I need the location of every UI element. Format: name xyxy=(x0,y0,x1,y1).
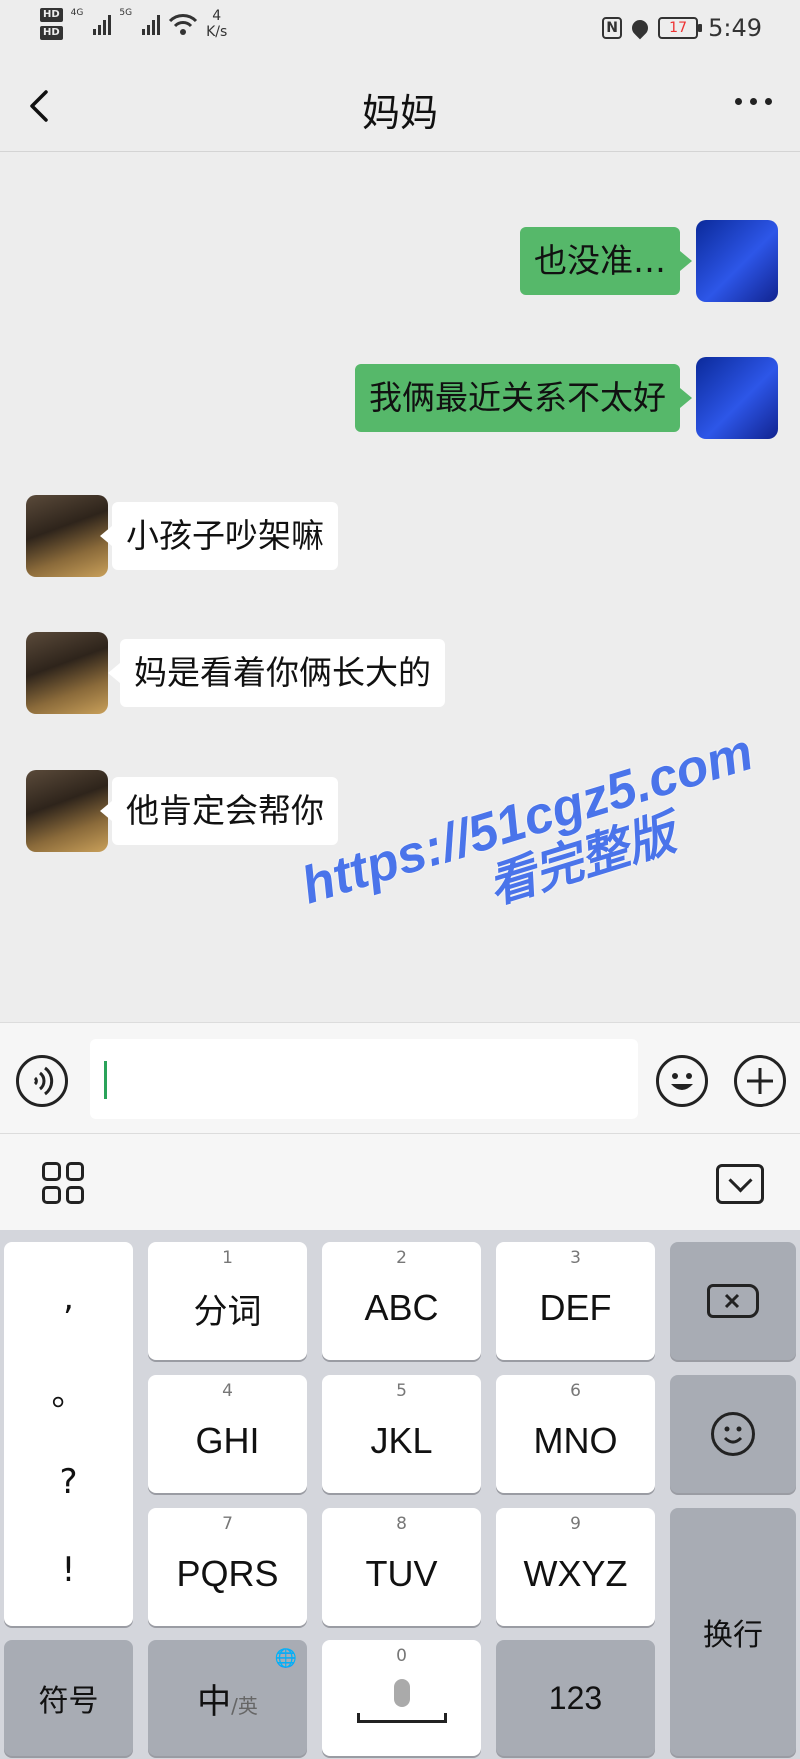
my-avatar[interactable] xyxy=(696,357,778,439)
symbols-key[interactable]: 符号 xyxy=(4,1640,133,1756)
status-bar: HD HD 4G 5G 4 K/s N 17 5:49 xyxy=(0,0,800,60)
speed-value: 4 xyxy=(212,8,222,24)
globe-icon: 🌐 xyxy=(274,1648,297,1669)
backspace-key[interactable] xyxy=(670,1242,796,1360)
numbers-key[interactable]: 123 xyxy=(496,1640,655,1756)
location-icon xyxy=(628,16,652,40)
key-number: 5 xyxy=(396,1381,407,1401)
language-switch-key[interactable]: 🌐 中/英 xyxy=(148,1640,307,1756)
key-2[interactable]: 2 ABC xyxy=(322,1242,481,1360)
wifi-icon xyxy=(168,14,198,35)
status-left: HD HD 4G 5G 4 K/s xyxy=(40,8,227,40)
emoji-icon[interactable] xyxy=(656,1055,708,1107)
speed-unit: K/s xyxy=(206,24,228,40)
key-number: 0 xyxy=(396,1646,407,1666)
key-label: PQRS xyxy=(176,1553,279,1594)
signal-icon-2 xyxy=(142,13,161,35)
emoji-key[interactable] xyxy=(670,1375,796,1493)
contact-avatar[interactable] xyxy=(26,632,108,714)
chat-title: 妈妈 xyxy=(361,91,438,135)
status-right: N 17 5:49 xyxy=(602,14,762,42)
network-type-1: 4G xyxy=(70,8,84,18)
key-number: 4 xyxy=(222,1381,233,1401)
ime-keyboard: , 。 ? ! 1 分词 2 ABC 3 DEF 4 GHI 5 JKL 6 M… xyxy=(0,1230,800,1759)
message-row: 妈是看着你俩长大的 xyxy=(0,632,800,714)
hide-keyboard-icon[interactable] xyxy=(716,1164,764,1204)
key-number: 9 xyxy=(570,1514,581,1534)
space-key[interactable]: 0 xyxy=(322,1640,481,1756)
network-speed: 4 K/s xyxy=(206,8,227,40)
backspace-icon xyxy=(707,1284,759,1318)
space-icon xyxy=(356,1713,447,1723)
punct-exclaim[interactable]: ! xyxy=(62,1550,76,1590)
key-label: GHI xyxy=(195,1420,260,1461)
message-input-bar xyxy=(0,1022,800,1134)
key-6[interactable]: 6 MNO xyxy=(496,1375,655,1493)
add-attachment-icon[interactable] xyxy=(734,1055,786,1107)
key-label: MNO xyxy=(533,1420,618,1461)
message-row: 也没准… xyxy=(0,220,800,302)
battery-icon: 17 xyxy=(658,17,703,39)
keyboard-toolbar xyxy=(0,1134,800,1230)
keyboard-menu-icon[interactable] xyxy=(42,1162,84,1204)
punct-question[interactable]: ? xyxy=(59,1462,77,1502)
key-label: 分词 xyxy=(193,1291,262,1332)
key-1[interactable]: 1 分词 xyxy=(148,1242,307,1360)
more-options-icon[interactable] xyxy=(735,98,772,105)
lang-alt: /英 xyxy=(231,1693,258,1718)
key-number: 1 xyxy=(222,1248,233,1268)
key-label: ABC xyxy=(364,1287,439,1328)
key-number: 8 xyxy=(396,1514,407,1534)
key-3[interactable]: 3 DEF xyxy=(496,1242,655,1360)
my-avatar[interactable] xyxy=(696,220,778,302)
watermark-overlay: https://51cgz5.com 看完整版 xyxy=(295,723,775,967)
key-7[interactable]: 7 PQRS xyxy=(148,1508,307,1626)
text-caret xyxy=(104,1061,107,1099)
microphone-icon xyxy=(393,1679,410,1707)
lang-main: 中 xyxy=(197,1681,232,1722)
clock: 5:49 xyxy=(708,14,762,42)
punctuation-column[interactable]: , 。 ? ! xyxy=(4,1242,133,1626)
hd-indicators: HD HD xyxy=(40,8,63,40)
message-text-input[interactable] xyxy=(90,1039,638,1119)
key-number: 2 xyxy=(396,1248,407,1268)
key-4[interactable]: 4 GHI xyxy=(148,1375,307,1493)
signal-icon-1 xyxy=(93,13,112,35)
punct-period[interactable]: 。 xyxy=(52,1366,86,1415)
hd-badge-1: HD xyxy=(40,8,63,22)
message-row: 我俩最近关系不太好 xyxy=(0,357,800,439)
key-number: 3 xyxy=(570,1248,581,1268)
punct-comma[interactable]: , xyxy=(63,1278,74,1318)
received-message-bubble[interactable]: 小孩子吵架嘛 xyxy=(100,502,338,570)
contact-avatar[interactable] xyxy=(26,495,108,577)
received-message-bubble[interactable]: 妈是看着你俩长大的 xyxy=(108,639,445,707)
symbols-label: 符号 xyxy=(38,1684,99,1719)
contact-avatar[interactable] xyxy=(26,770,108,852)
enter-key[interactable]: 换行 xyxy=(670,1508,796,1756)
chat-header: 妈妈 xyxy=(0,60,800,152)
received-message-bubble[interactable]: 他肯定会帮你 xyxy=(100,777,338,845)
key-5[interactable]: 5 JKL xyxy=(322,1375,481,1493)
key-9[interactable]: 9 WXYZ xyxy=(496,1508,655,1626)
nfc-icon: N xyxy=(602,17,623,39)
numbers-label: 123 xyxy=(548,1679,603,1716)
key-number: 7 xyxy=(222,1514,233,1534)
voice-input-icon[interactable] xyxy=(16,1055,68,1107)
smile-icon xyxy=(711,1412,755,1456)
key-label: DEF xyxy=(539,1287,612,1328)
key-label: TUV xyxy=(365,1553,438,1594)
message-row: 小孩子吵架嘛 xyxy=(0,495,800,577)
sent-message-bubble[interactable]: 我俩最近关系不太好 xyxy=(355,364,692,432)
key-8[interactable]: 8 TUV xyxy=(322,1508,481,1626)
enter-label: 换行 xyxy=(703,1618,763,1653)
key-number: 6 xyxy=(570,1381,581,1401)
key-label: WXYZ xyxy=(523,1553,628,1594)
hd-badge-2: HD xyxy=(40,26,63,40)
network-type-2: 5G xyxy=(119,8,133,18)
language-label: 中/英 xyxy=(197,1674,258,1723)
key-label: JKL xyxy=(370,1420,433,1461)
sent-message-bubble[interactable]: 也没准… xyxy=(520,227,692,295)
